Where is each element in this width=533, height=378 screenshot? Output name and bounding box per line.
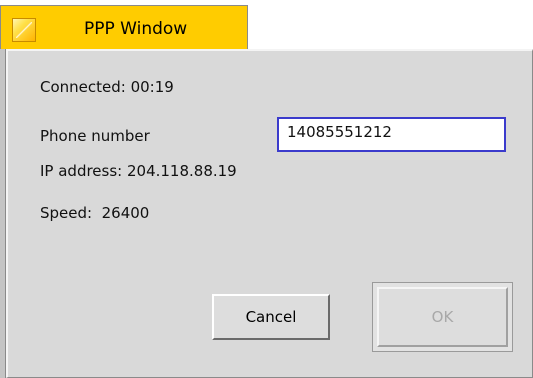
cancel-button-frame: Cancel (207, 289, 335, 345)
phone-number-input[interactable]: 14085551212 (277, 117, 506, 152)
cancel-button[interactable]: Cancel (212, 294, 330, 340)
connected-status: Connected: 00:19 (40, 78, 174, 96)
window-title: PPP Window (84, 19, 188, 39)
window-title-tab[interactable]: PPP Window (0, 5, 248, 49)
ok-button[interactable]: OK (377, 287, 508, 347)
ip-address-label: IP address: 204.118.88.19 (40, 162, 237, 180)
phone-number-label: Phone number (40, 127, 150, 145)
ppp-window-icon (12, 18, 36, 42)
speed-label: Speed: 26400 (40, 204, 150, 222)
ok-button-frame: OK (372, 282, 513, 352)
